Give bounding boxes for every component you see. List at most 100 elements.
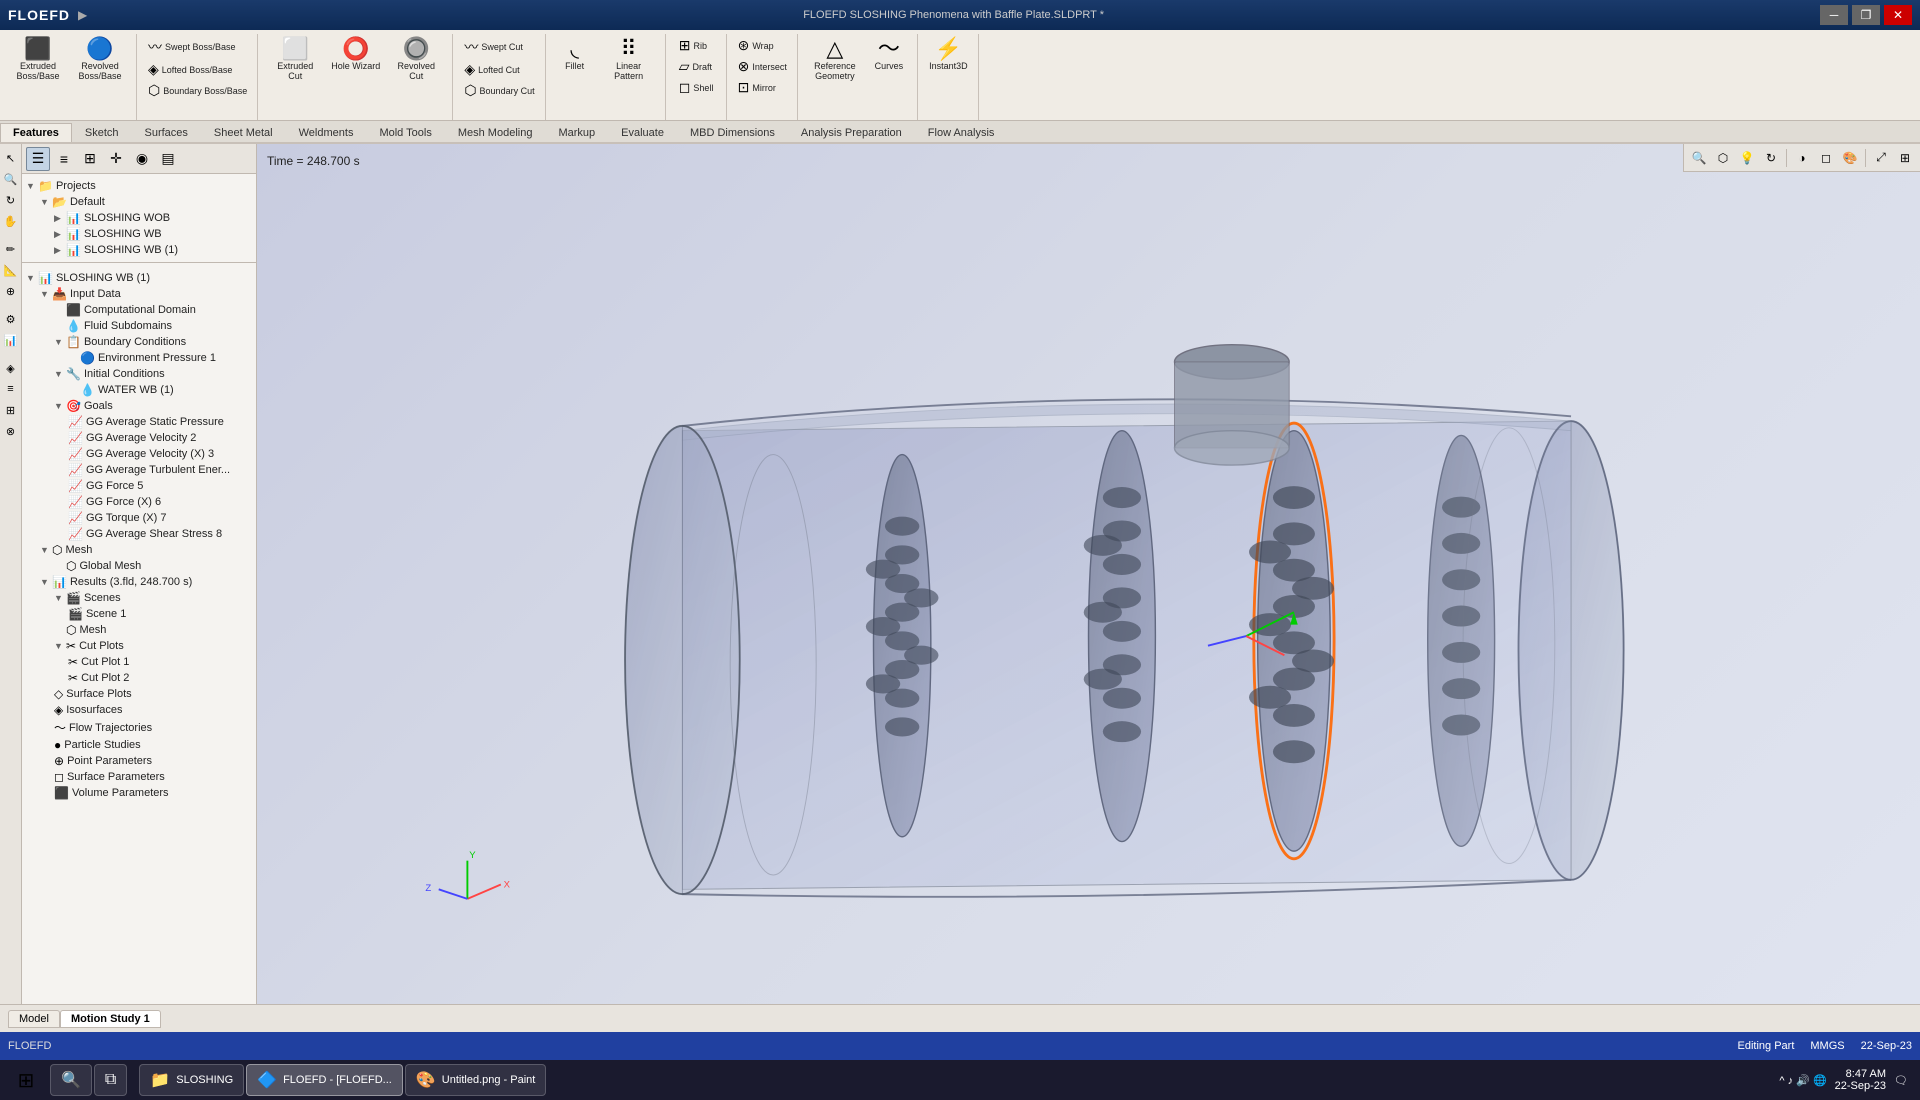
- sloshing-wb1-arrow[interactable]: ▶: [54, 245, 66, 256]
- config-panel-btn[interactable]: ⊞: [78, 147, 102, 171]
- tree-scene1[interactable]: 🎬 Scene 1: [22, 606, 256, 622]
- tab-flow-analysis[interactable]: Flow Analysis: [915, 123, 1008, 142]
- tree-sloshing-wb1[interactable]: ▶ 📊 SLOSHING WB (1): [22, 242, 256, 258]
- pan-tool[interactable]: ✋: [1, 211, 21, 231]
- tree-flow-traj[interactable]: 〜 Flow Trajectories: [22, 718, 256, 737]
- wrap-button[interactable]: ⊛ Wrap: [734, 36, 778, 55]
- extruded-cut-button[interactable]: ⬜ Extruded Cut: [265, 36, 325, 84]
- tree-cut-plot2[interactable]: ✂ Cut Plot 2: [22, 670, 256, 686]
- tree-mesh[interactable]: ▼ ⬡ Mesh: [22, 542, 256, 558]
- tree-isosurfaces[interactable]: ◈ Isosurfaces: [22, 702, 256, 718]
- tab-sheet-metal[interactable]: Sheet Metal: [201, 123, 286, 142]
- analysis-tool[interactable]: 📊: [1, 330, 21, 350]
- tree-sloshing-wb[interactable]: ▶ 📊 SLOSHING WB: [22, 226, 256, 242]
- tree-gg-turb[interactable]: 📈 GG Average Turbulent Ener...: [22, 462, 256, 478]
- features-panel-btn[interactable]: ☰: [26, 147, 50, 171]
- default-arrow[interactable]: ▼: [40, 197, 52, 207]
- tree-gg-vel3[interactable]: 📈 GG Average Velocity (X) 3: [22, 446, 256, 462]
- settings-tool[interactable]: ⚙: [1, 309, 21, 329]
- tree-gg-static[interactable]: 📈 GG Average Static Pressure: [22, 414, 256, 430]
- tab-mesh-modeling[interactable]: Mesh Modeling: [445, 123, 546, 142]
- tree-global-mesh[interactable]: ▶ ⬡ Global Mesh: [22, 558, 256, 574]
- viewport[interactable]: 🔍 ⬡ 💡 ↻ ◑ ◻ 🎨 ⤢ ⊞ Time = 248.700 s: [257, 144, 1920, 1004]
- cut-plots-arrow[interactable]: ▼: [54, 641, 66, 651]
- projects-arrow[interactable]: ▼: [26, 181, 38, 191]
- input-data-arrow[interactable]: ▼: [40, 289, 52, 299]
- tab-evaluate[interactable]: Evaluate: [608, 123, 677, 142]
- taskview-button[interactable]: ⧉: [94, 1064, 127, 1096]
- tree-default[interactable]: ▼ 📂 Default: [22, 194, 256, 210]
- boundary-boss-button[interactable]: ⬡ Boundary Boss/Base: [144, 81, 251, 100]
- search-taskbar-button[interactable]: 🔍: [50, 1064, 92, 1096]
- tree-gg-vel2[interactable]: 📈 GG Average Velocity 2: [22, 430, 256, 446]
- tab-features[interactable]: Features: [0, 123, 72, 142]
- minimize-button[interactable]: ─: [1820, 5, 1848, 25]
- tab-analysis-prep[interactable]: Analysis Preparation: [788, 123, 915, 142]
- tab-markup[interactable]: Markup: [545, 123, 608, 142]
- dimension-tool[interactable]: 📐: [1, 260, 21, 280]
- tree-cut-plots[interactable]: ▼ ✂ Cut Plots: [22, 638, 256, 654]
- goals-arrow[interactable]: ▼: [54, 401, 66, 411]
- scenes-arrow[interactable]: ▼: [54, 593, 66, 603]
- tree-mesh-result[interactable]: ▶ ⬡ Mesh: [22, 622, 256, 638]
- 3d-model-viewport[interactable]: X Y Z: [257, 144, 1920, 1004]
- sloshing-taskbar-btn[interactable]: 📁 SLOSHING: [139, 1064, 244, 1096]
- sloshing-wb-arrow[interactable]: ▶: [54, 229, 66, 240]
- restore-button[interactable]: ❐: [1852, 5, 1880, 25]
- select-tool[interactable]: ↖: [1, 148, 21, 168]
- measure-tool[interactable]: ⊗: [1, 421, 21, 441]
- results-arrow[interactable]: ▼: [40, 577, 52, 587]
- tree-gg-torque7[interactable]: 📈 GG Torque (X) 7: [22, 510, 256, 526]
- intersect-button[interactable]: ⊗ Intersect: [734, 57, 791, 76]
- tab-mold-tools[interactable]: Mold Tools: [366, 123, 444, 142]
- tree-water-wb[interactable]: ▶ 💧 WATER WB (1): [22, 382, 256, 398]
- display-panel-btn[interactable]: ✛: [104, 147, 128, 171]
- tree-projects[interactable]: ▼ 📁 Projects: [22, 178, 256, 194]
- mesh-arrow[interactable]: ▼: [40, 545, 52, 555]
- rib-button[interactable]: ⊞ Rib: [675, 36, 711, 55]
- tab-surfaces[interactable]: Surfaces: [132, 123, 201, 142]
- tree-comp-domain[interactable]: ▶ ⬛ Computational Domain: [22, 302, 256, 318]
- revolved-boss-button[interactable]: 🔵 Revolved Boss/Base: [70, 36, 130, 84]
- tree-surface-plots[interactable]: ◇ Surface Plots: [22, 686, 256, 702]
- rotate-tool[interactable]: ↻: [1, 190, 21, 210]
- draft-button[interactable]: ▱ Draft: [675, 57, 716, 76]
- shell-button[interactable]: ◻ Shell: [675, 78, 718, 97]
- revolved-cut-button[interactable]: 🔘 Revolved Cut: [386, 36, 446, 84]
- reference-geometry-button[interactable]: △ Reference Geometry: [805, 36, 865, 84]
- tree-input-data[interactable]: ▼ 📥 Input Data: [22, 286, 256, 302]
- tree-surface-params[interactable]: ◻ Surface Parameters: [22, 769, 256, 785]
- tree-gg-force6[interactable]: 📈 GG Force (X) 6: [22, 494, 256, 510]
- boundary-cond-arrow[interactable]: ▼: [54, 337, 66, 347]
- swept-cut-button[interactable]: 〰 Swept Cut: [460, 36, 527, 58]
- sloshing-wob-arrow[interactable]: ▶: [54, 213, 66, 224]
- tree-boundary-cond[interactable]: ▼ 📋 Boundary Conditions: [22, 334, 256, 350]
- lofted-cut-button[interactable]: ◈ Lofted Cut: [460, 60, 523, 79]
- tree-area[interactable]: ▼ 📁 Projects ▼ 📂 Default ▶ 📊 SLOSHING WO…: [22, 174, 256, 1004]
- section-tool[interactable]: ≡: [1, 379, 21, 399]
- fillet-button[interactable]: ◟ Fillet: [553, 36, 597, 74]
- hole-wizard-button[interactable]: ⭕ Hole Wizard: [327, 36, 384, 74]
- tree-scenes[interactable]: ▼ 🎬 Scenes: [22, 590, 256, 606]
- tree-cut-plot1[interactable]: ✂ Cut Plot 1: [22, 654, 256, 670]
- tab-weldments[interactable]: Weldments: [286, 123, 367, 142]
- tree-env-pressure[interactable]: ▶ 🔵 Environment Pressure 1: [22, 350, 256, 366]
- swept-boss-button[interactable]: 〰 Swept Boss/Base: [144, 36, 240, 58]
- extruded-boss-button[interactable]: ⬛ Extruded Boss/Base: [8, 36, 68, 84]
- sloshing-wb-main-arrow[interactable]: ▼: [26, 273, 38, 283]
- floefd-taskbar-btn[interactable]: 🔷 FLOEFD - [FLOEFD...: [246, 1064, 403, 1096]
- tab-mbd-dimensions[interactable]: MBD Dimensions: [677, 123, 788, 142]
- close-button[interactable]: ✕: [1884, 5, 1912, 25]
- notification-icon[interactable]: 🗨: [1894, 1074, 1908, 1087]
- tree-results[interactable]: ▼ 📊 Results (3.fld, 248.700 s): [22, 574, 256, 590]
- visibility-tool[interactable]: ◈: [1, 358, 21, 378]
- lofted-boss-button[interactable]: ◈ Lofted Boss/Base: [144, 60, 236, 79]
- tab-motion-study[interactable]: Motion Study 1: [60, 1010, 161, 1028]
- tab-sketch[interactable]: Sketch: [72, 123, 132, 142]
- tree-goals[interactable]: ▼ 🎯 Goals: [22, 398, 256, 414]
- zoom-tool[interactable]: 🔍: [1, 169, 21, 189]
- tree-initial-cond[interactable]: ▼ 🔧 Initial Conditions: [22, 366, 256, 382]
- custom-panel-btn[interactable]: ▤: [156, 147, 180, 171]
- paint-taskbar-btn[interactable]: 🎨 Untitled.png - Paint: [405, 1064, 546, 1096]
- tree-gg-shear8[interactable]: 📈 GG Average Shear Stress 8: [22, 526, 256, 542]
